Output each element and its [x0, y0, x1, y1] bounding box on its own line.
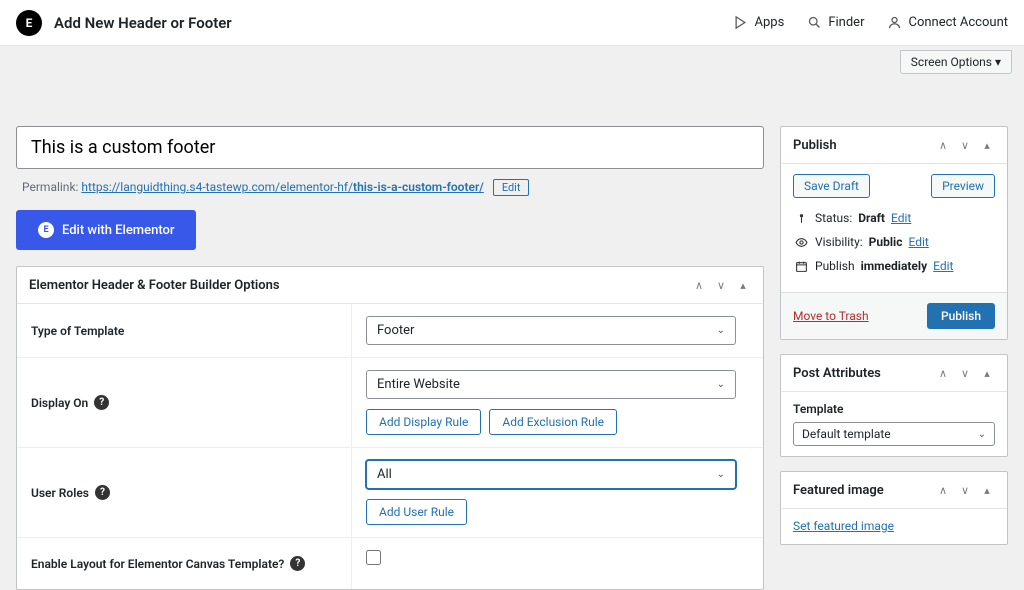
screen-options-toggle[interactable]: Screen Options ▾: [900, 50, 1012, 74]
featured-image-box: Featured image ∧ ∨ ▴ Set featured image: [780, 471, 1008, 545]
chevron-down-icon[interactable]: ∨: [713, 277, 729, 293]
user-roles-row: User Roles ? All ⌄ Add User Rule: [17, 448, 763, 538]
canvas-row: Enable Layout for Elementor Canvas Templ…: [17, 538, 763, 589]
options-metabox: Elementor Header & Footer Builder Option…: [16, 266, 764, 590]
chevron-up-icon[interactable]: ∧: [691, 277, 707, 293]
schedule-line: Publish immediately Edit: [793, 258, 995, 274]
type-select[interactable]: Footer ⌄: [366, 316, 736, 345]
type-label: Type of Template: [17, 304, 352, 357]
apps-icon: [733, 15, 749, 31]
elementor-logo-icon: E: [16, 10, 42, 36]
preview-button[interactable]: Preview: [931, 174, 995, 198]
chevron-down-icon[interactable]: ∨: [957, 365, 973, 381]
chevron-down-icon[interactable]: ∨: [957, 482, 973, 498]
move-to-trash-link[interactable]: Move to Trash: [793, 309, 869, 323]
caret-down-icon: ⌄: [717, 379, 725, 390]
collapse-icon[interactable]: ▴: [979, 137, 995, 153]
elementor-icon: E: [38, 222, 54, 238]
display-label: Display On: [31, 396, 88, 410]
search-icon: [806, 15, 822, 31]
publish-title: Publish: [793, 138, 837, 153]
set-featured-image-link[interactable]: Set featured image: [793, 519, 894, 533]
collapse-icon[interactable]: ▴: [735, 277, 751, 293]
caret-down-icon: ⌄: [717, 325, 725, 336]
edit-elementor-label: Edit with Elementor: [62, 223, 174, 238]
display-select[interactable]: Entire Website ⌄: [366, 370, 736, 399]
help-icon[interactable]: ?: [290, 556, 305, 571]
user-icon: [886, 15, 902, 31]
calendar-icon: [793, 258, 809, 274]
template-select[interactable]: Default template ⌄: [793, 422, 995, 446]
featured-title: Featured image: [793, 483, 884, 498]
permalink-edit-button[interactable]: Edit: [493, 179, 530, 196]
status-line: Status: Draft Edit: [793, 210, 995, 226]
template-label: Template: [793, 402, 995, 416]
eye-icon: [793, 234, 809, 250]
chevron-up-icon[interactable]: ∧: [935, 137, 951, 153]
type-of-template-row: Type of Template Footer ⌄: [17, 304, 763, 358]
help-icon[interactable]: ?: [95, 485, 110, 500]
options-title: Elementor Header & Footer Builder Option…: [29, 278, 280, 293]
visibility-line: Visibility: Public Edit: [793, 234, 995, 250]
publish-box: Publish ∧ ∨ ▴ Save Draft Preview Status:…: [780, 126, 1008, 340]
page-title: Add New Header or Footer: [54, 14, 232, 32]
add-user-rule-button[interactable]: Add User Rule: [366, 499, 467, 525]
publish-button[interactable]: Publish: [927, 303, 995, 329]
add-display-rule-button[interactable]: Add Display Rule: [366, 409, 481, 435]
canvas-checkbox[interactable]: [366, 550, 381, 565]
caret-down-icon: ⌄: [717, 469, 725, 480]
schedule-edit-link[interactable]: Edit: [933, 259, 953, 273]
apps-link[interactable]: Apps: [733, 15, 785, 31]
chevron-up-icon[interactable]: ∧: [935, 365, 951, 381]
add-exclusion-rule-button[interactable]: Add Exclusion Rule: [489, 409, 617, 435]
connect-label: Connect Account: [908, 15, 1008, 30]
display-on-row: Display On ? Entire Website ⌄ Add Displa…: [17, 358, 763, 448]
status-edit-link[interactable]: Edit: [891, 211, 911, 225]
post-attributes-box: Post Attributes ∧ ∨ ▴ Template Default t…: [780, 354, 1008, 457]
roles-select[interactable]: All ⌄: [366, 460, 736, 489]
finder-label: Finder: [828, 15, 864, 30]
permalink-row: Permalink: https://languidthing.s4-taste…: [22, 179, 764, 196]
save-draft-button[interactable]: Save Draft: [793, 174, 870, 198]
roles-label: User Roles: [31, 486, 89, 500]
permalink-label: Permalink:: [22, 180, 78, 194]
finder-link[interactable]: Finder: [806, 15, 864, 31]
chevron-down-icon[interactable]: ∨: [957, 137, 973, 153]
top-bar: E Add New Header or Footer Apps Finder C…: [0, 0, 1024, 46]
pin-icon: [793, 210, 809, 226]
connect-account-link[interactable]: Connect Account: [886, 15, 1008, 31]
visibility-edit-link[interactable]: Edit: [908, 235, 928, 249]
apps-label: Apps: [755, 15, 785, 30]
edit-with-elementor-button[interactable]: E Edit with Elementor: [16, 210, 196, 250]
chevron-up-icon[interactable]: ∧: [935, 482, 951, 498]
attributes-title: Post Attributes: [793, 366, 881, 381]
caret-down-icon: ⌄: [978, 429, 986, 440]
permalink-url[interactable]: https://languidthing.s4-tastewp.com/elem…: [81, 180, 483, 194]
post-title-input[interactable]: [16, 126, 764, 169]
collapse-icon[interactable]: ▴: [979, 365, 995, 381]
collapse-icon[interactable]: ▴: [979, 482, 995, 498]
help-icon[interactable]: ?: [94, 395, 109, 410]
canvas-label: Enable Layout for Elementor Canvas Templ…: [31, 557, 284, 571]
